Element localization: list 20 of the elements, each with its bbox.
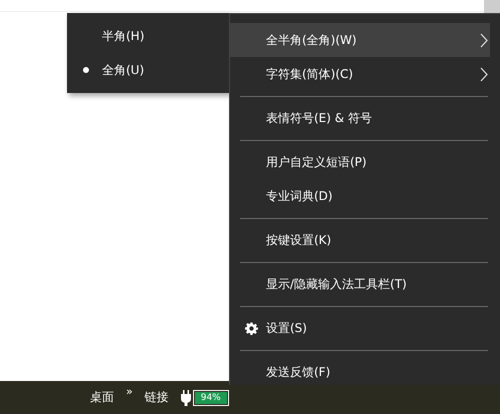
menu-item[interactable]: 设置(S) [230, 311, 490, 345]
overflow-chevron[interactable]: » [126, 385, 133, 398]
toolbar-label[interactable]: 链接 [144, 389, 169, 406]
power-plug-icon[interactable] [180, 390, 191, 406]
menu-item[interactable]: 按键设置(K) [230, 223, 490, 257]
menu-item[interactable]: 字符集(简体)(C) [230, 57, 490, 91]
menu-item[interactable]: 显示/隐藏输入法工具栏(T) [230, 267, 490, 301]
battery-meter[interactable]: 94% [192, 390, 229, 406]
menu-item[interactable]: 全角(U) [102, 62, 144, 78]
menu-item[interactable]: 用户自定义短语(P) [230, 145, 490, 179]
menu-item[interactable]: 发送反馈(F) [230, 355, 490, 389]
menu-item[interactable]: 表情符号(E) & 符号 [230, 101, 490, 135]
chevron-right-icon [480, 66, 488, 82]
settings-icon [244, 322, 258, 334]
menu-item[interactable]: 全半角(全角)(W) [230, 23, 490, 57]
toolbar-label[interactable]: 桌面 [90, 389, 114, 406]
menu-item[interactable]: 专业词典(D) [230, 179, 490, 213]
menu-item[interactable]: 半角(H) [102, 28, 144, 44]
scrollbar[interactable] [484, 0, 500, 13]
chevron-right-icon [480, 32, 488, 48]
